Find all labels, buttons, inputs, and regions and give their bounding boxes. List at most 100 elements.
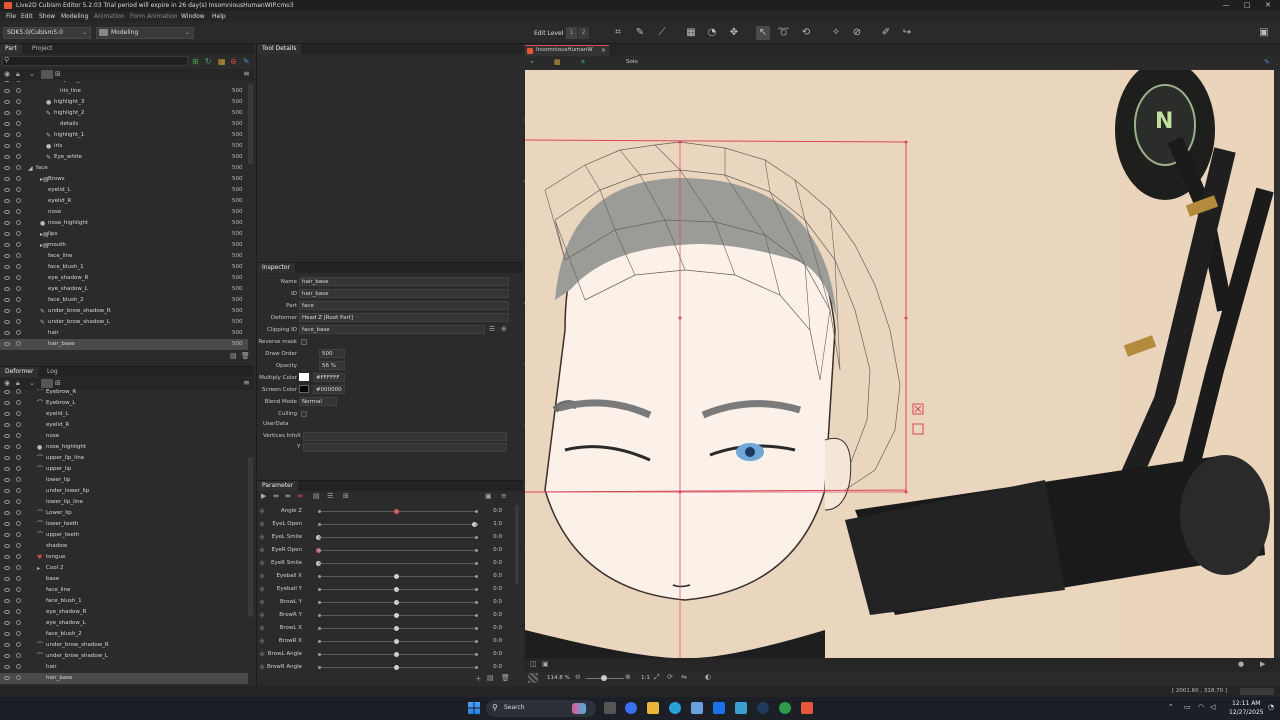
- mail-icon[interactable]: [713, 702, 725, 714]
- deformer-row[interactable]: eye_shadow_L: [0, 618, 248, 629]
- part-row[interactable]: ▸▤ mouth 500: [0, 240, 248, 251]
- parameter-slider-track[interactable]: [318, 537, 476, 538]
- lock-icon[interactable]: [16, 521, 21, 526]
- deformer-row[interactable]: ⌒ upper_teeth: [0, 530, 248, 541]
- part-row[interactable]: ✎ highlight_1 500: [0, 130, 248, 141]
- visibility-eye-icon[interactable]: [4, 177, 10, 181]
- lock-icon[interactable]: [16, 253, 21, 258]
- tree-icon[interactable]: ⊞: [55, 379, 61, 387]
- part-row[interactable]: iris_line 500: [0, 86, 248, 97]
- visibility-eye-icon[interactable]: [4, 122, 10, 126]
- mesh-edit-icon[interactable]: ⌗: [611, 26, 625, 40]
- parameter-slider-knob[interactable]: [394, 587, 399, 592]
- visibility-eye-icon[interactable]: [4, 265, 10, 269]
- lock-icon[interactable]: [16, 81, 21, 82]
- visibility-eye-icon[interactable]: [4, 155, 10, 159]
- lock-icon[interactable]: [16, 477, 21, 482]
- blend-mode-select[interactable]: Normal: [299, 397, 337, 406]
- parameter-slider-knob[interactable]: [394, 509, 399, 514]
- visibility-eye-icon[interactable]: [4, 232, 10, 236]
- menu-animation[interactable]: Animation: [94, 11, 125, 22]
- lock-icon[interactable]: [16, 576, 21, 581]
- auto-mesh-icon[interactable]: ✎: [633, 26, 647, 40]
- lock-icon[interactable]: [16, 231, 21, 236]
- multiply-color-swatch[interactable]: [299, 373, 309, 381]
- display-mode-icon[interactable]: ◐: [705, 673, 711, 681]
- lock-icon[interactable]: [16, 264, 21, 269]
- deform-brush-icon[interactable]: ✥: [727, 26, 741, 40]
- part-row[interactable]: ● nose_highlight 500: [0, 218, 248, 229]
- part-row[interactable]: hair_base 500: [0, 339, 248, 350]
- visibility-eye-icon[interactable]: [4, 243, 10, 247]
- lock-icon[interactable]: [16, 154, 21, 159]
- visibility-eye-icon[interactable]: [4, 599, 10, 603]
- lock-icon[interactable]: [16, 242, 21, 247]
- deformer-row[interactable]: eyelid_R: [0, 420, 248, 431]
- photos-icon[interactable]: [735, 702, 747, 714]
- deformer-row[interactable]: nose: [0, 431, 248, 442]
- tab-deformer[interactable]: Deformer: [0, 367, 39, 377]
- pen-icon[interactable]: ✎: [1264, 58, 1270, 66]
- visibility-eye-icon[interactable]: [4, 489, 10, 493]
- pin-icon[interactable]: ✎: [243, 57, 250, 66]
- parameter-slider-knob[interactable]: [394, 652, 399, 657]
- deformer-row[interactable]: face_blush_2: [0, 629, 248, 640]
- opacity-field[interactable]: 56 %: [319, 361, 345, 370]
- deformer-row[interactable]: ⌒ under_brow_shadow_R: [0, 640, 248, 651]
- visibility-eye-icon[interactable]: [4, 555, 10, 559]
- layout-icon[interactable]: ▣: [1257, 26, 1271, 40]
- part-search-input[interactable]: ⚲: [2, 56, 188, 66]
- visibility-eye-icon[interactable]: [4, 566, 10, 570]
- visibility-eye-icon[interactable]: [4, 478, 10, 482]
- vertices-x-field[interactable]: [303, 432, 507, 441]
- part-row[interactable]: ▸▤ lips 500: [0, 229, 248, 240]
- tray-chevron-icon[interactable]: ⌃: [1168, 703, 1174, 711]
- model-viewport[interactable]: N: [525, 70, 1274, 658]
- taskbar-search[interactable]: ⚲ Search: [486, 700, 596, 717]
- parameter-value[interactable]: 0.0: [484, 570, 502, 583]
- part-row[interactable]: face_line 500: [0, 251, 248, 262]
- parameter-slider-knob[interactable]: [394, 626, 399, 631]
- tray-app-icon[interactable]: ▭: [1184, 703, 1191, 711]
- lock-icon[interactable]: [16, 587, 21, 592]
- visibility-eye-icon[interactable]: [4, 144, 10, 148]
- visibility-eye-icon[interactable]: [4, 100, 10, 104]
- visibility-eye-icon[interactable]: [4, 643, 10, 647]
- steam-icon[interactable]: [757, 702, 769, 714]
- visibility-eye-icon[interactable]: [4, 676, 10, 680]
- pin-icon[interactable]: ✧: [829, 26, 843, 40]
- parameter-value[interactable]: 0.0: [484, 583, 502, 596]
- lock-icon[interactable]: [16, 165, 21, 170]
- lock-icon[interactable]: [16, 187, 21, 192]
- visibility-eye-icon[interactable]: [4, 331, 10, 335]
- parameter-slider-knob[interactable]: [394, 600, 399, 605]
- fit-icon[interactable]: ⌗: [581, 58, 585, 67]
- visibility-eye-icon[interactable]: [4, 287, 10, 291]
- lock-icon[interactable]: [16, 389, 21, 394]
- lock-icon[interactable]: [16, 209, 21, 214]
- close-tab-icon[interactable]: ✕: [601, 47, 606, 54]
- grid-icon[interactable]: ▦: [218, 57, 226, 66]
- lock-icon[interactable]: [16, 422, 21, 427]
- file-explorer-icon[interactable]: [647, 702, 659, 714]
- minimize-button[interactable]: —: [1216, 0, 1236, 11]
- lock-icon[interactable]: [16, 143, 21, 148]
- lock-icon[interactable]: [16, 653, 21, 658]
- lock-header-icon[interactable]: 🔒︎: [16, 70, 20, 79]
- mode-select[interactable]: Modeling ⌄: [96, 27, 194, 39]
- lock-icon[interactable]: [16, 466, 21, 471]
- tab-part[interactable]: Part: [0, 44, 22, 54]
- lock-icon[interactable]: [16, 565, 21, 570]
- lock-icon[interactable]: [16, 488, 21, 493]
- visibility-eye-icon[interactable]: [4, 654, 10, 658]
- visibility-eye-icon[interactable]: [4, 210, 10, 214]
- part-row[interactable]: details 500: [0, 119, 248, 130]
- part-row[interactable]: ◢ face 500: [0, 163, 248, 174]
- deformer-row[interactable]: eyelid_L: [0, 409, 248, 420]
- menu-edit[interactable]: Edit: [21, 11, 33, 22]
- checker-icon[interactable]: [528, 673, 538, 683]
- id-field[interactable]: hair_base: [299, 289, 509, 298]
- eyedropper-icon[interactable]: ✐: [879, 26, 893, 40]
- visibility-eye-icon[interactable]: [4, 445, 10, 449]
- copy-icon[interactable]: ▤: [487, 674, 494, 682]
